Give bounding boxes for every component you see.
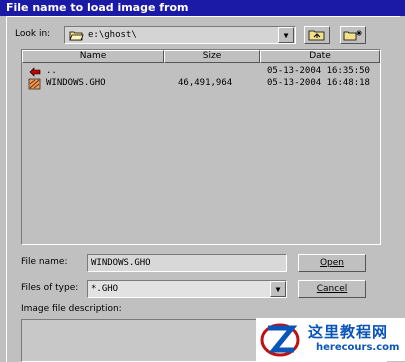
chevron-down-icon: ▼ bbox=[283, 30, 289, 40]
files-of-type-select[interactable]: *.GHO bbox=[87, 280, 287, 298]
file-date: 05-13-2004 16:48:18 bbox=[267, 78, 370, 88]
open-button[interactable]: Open bbox=[298, 254, 366, 272]
file-row[interactable]: WINDOWS.GHO 46,491,964 05-13-2004 16:48:… bbox=[22, 78, 380, 90]
look-in-label: Look in: bbox=[15, 29, 51, 39]
open-folder-icon bbox=[69, 30, 84, 44]
files-of-type-label: Files of type: bbox=[21, 283, 79, 293]
column-header-date[interactable]: Date bbox=[260, 50, 380, 63]
cancel-button[interactable]: Cancel bbox=[298, 280, 366, 298]
chevron-down-icon: ▼ bbox=[275, 284, 281, 294]
file-list[interactable]: Name Size Date .. 05-13-2004 16:35:50 WI… bbox=[21, 49, 381, 245]
new-folder-icon bbox=[343, 30, 362, 41]
watermark: 这里教程网 herecours.com bbox=[256, 318, 405, 361]
up-one-level-button[interactable] bbox=[304, 26, 330, 44]
ghost-image-file-icon bbox=[28, 78, 42, 93]
look-in-dropdown-button[interactable]: ▼ bbox=[278, 27, 294, 43]
image-description-label: Image file description: bbox=[21, 304, 122, 314]
watermark-logo-icon bbox=[260, 323, 300, 357]
new-folder-button[interactable] bbox=[340, 26, 366, 44]
file-row[interactable]: .. 05-13-2004 16:35:50 bbox=[22, 66, 380, 78]
up-folder-icon bbox=[308, 30, 325, 41]
files-of-type-dropdown-button[interactable]: ▼ bbox=[270, 281, 286, 297]
dialog-title: File name to load image from bbox=[6, 1, 189, 14]
file-name-input[interactable]: WINDOWS.GHO bbox=[87, 254, 287, 272]
file-size: 46,491,964 bbox=[178, 78, 233, 88]
file-dialog: Look in: e:\ghost\ ▼ Name Size Date .. 0… bbox=[6, 16, 400, 362]
look-in-path: e:\ghost\ bbox=[88, 30, 137, 40]
file-name: WINDOWS.GHO bbox=[46, 78, 106, 88]
watermark-url: herecours.com bbox=[316, 342, 400, 353]
dialog-title-bar: File name to load image from bbox=[0, 0, 405, 16]
file-name-label: File name: bbox=[21, 257, 68, 267]
file-date: 05-13-2004 16:35:50 bbox=[267, 66, 370, 76]
watermark-title: 这里教程网 bbox=[308, 323, 389, 341]
look-in-combo[interactable]: e:\ghost\ bbox=[64, 26, 296, 44]
column-header-name[interactable]: Name bbox=[22, 50, 164, 63]
column-header-size[interactable]: Size bbox=[164, 50, 260, 63]
file-name: .. bbox=[46, 66, 57, 76]
